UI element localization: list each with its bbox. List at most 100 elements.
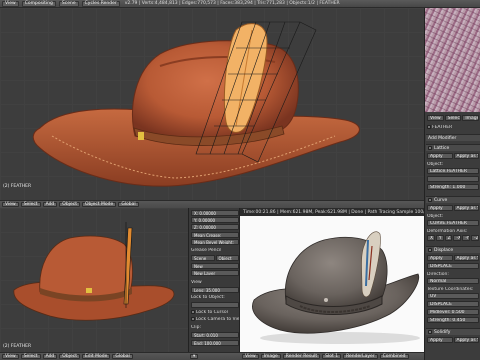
select-menu[interactable]: Select: [20, 202, 41, 207]
modifier-curve-header[interactable]: Curve: [426, 196, 480, 203]
direction-select[interactable]: Normal: [427, 278, 479, 284]
curve-object-field[interactable]: CURVE.FEATHER: [427, 220, 479, 226]
hat-render-main: [32, 21, 360, 187]
gp-new-layer-button[interactable]: New Layer: [191, 270, 239, 276]
clip-start-field[interactable]: Start: 0.010: [191, 332, 239, 338]
tab-select[interactable]: Select: [444, 115, 462, 121]
vertex-group-field[interactable]: [427, 176, 479, 182]
apply-button[interactable]: Apply: [427, 255, 453, 261]
object-menu[interactable]: Object: [59, 354, 80, 359]
lock-cursor-checkbox[interactable]: [191, 310, 195, 314]
secondary-viewport-header: View Select Add Object Edit Mode Global: [0, 352, 188, 360]
lattice-object-field[interactable]: Lattice.FEATHER: [427, 168, 479, 174]
y-field[interactable]: Y: 0.00000: [191, 217, 239, 223]
texture-preview: [425, 8, 480, 112]
mode-select[interactable]: Edit Mode: [81, 354, 111, 359]
mode-select[interactable]: Object Mode: [81, 202, 117, 207]
axis-neg-x-button[interactable]: -X: [453, 235, 462, 241]
main-viewport-header: View Select Add Object Object Mode Globa…: [0, 200, 424, 208]
apply-as-shape-button[interactable]: Apply as Sh: [453, 205, 479, 211]
apply-button[interactable]: Apply: [427, 153, 453, 159]
scene-stats: v2.79 | Verts:4,484,813 | Edges:770,573 …: [124, 1, 340, 6]
axis-neg-z-button[interactable]: -Z: [471, 235, 479, 241]
curve-icon: [428, 198, 432, 202]
slot-select[interactable]: Slot 1: [322, 354, 342, 359]
render-layer-select[interactable]: RenderLayer: [343, 354, 378, 359]
object-name-label: (2) FEATHER: [3, 344, 32, 349]
screen-layout-select[interactable]: Compositing: [21, 0, 56, 7]
object-menu[interactable]: Object: [59, 202, 80, 207]
render-stats: Time:00:21.86 | Mem:621.98M, Peak:621.98…: [240, 208, 424, 216]
x-field[interactable]: X: 0.00000: [191, 210, 239, 216]
modifier-displace-header[interactable]: Displace: [426, 246, 480, 253]
gp-scene-button[interactable]: Scene: [191, 255, 215, 261]
hat-render-secondary: [13, 222, 175, 321]
texture-coordinates-select[interactable]: UV: [427, 293, 479, 299]
add-menu[interactable]: Add: [42, 202, 58, 207]
strength-field[interactable]: Strength: 1.000: [427, 184, 479, 190]
displace-icon: [428, 248, 432, 252]
info-header: View Compositing Scene Cycles Render v2.…: [0, 0, 480, 8]
lattice-icon: [428, 146, 432, 150]
image-editor-header: View Image Render Result Slot 1 RenderLa…: [240, 352, 424, 360]
add-modifier-button[interactable]: Add Modifier: [426, 134, 480, 141]
clip-end-field[interactable]: End: 100.000: [191, 340, 239, 346]
main-3d-viewport[interactable]: (2) FEATHER: [0, 8, 424, 200]
gp-object-button[interactable]: Object: [215, 255, 239, 261]
modifier-solidify-header[interactable]: Solidify: [426, 328, 480, 335]
image-select[interactable]: Render Result: [282, 354, 321, 359]
view-menu[interactable]: View: [242, 354, 259, 359]
texture-field[interactable]: DISPLACE: [427, 263, 479, 269]
z-field[interactable]: Z: 0.00000: [191, 224, 239, 230]
tab-view[interactable]: View: [427, 115, 444, 121]
lock-object-field[interactable]: [191, 302, 239, 308]
render-pass-select[interactable]: Combined: [379, 354, 409, 359]
wrench-icon: [427, 125, 431, 129]
image-menu[interactable]: Image: [260, 354, 281, 359]
deformation-axis-buttons: X Y Z -X -Y -Z: [427, 235, 479, 241]
strength-field[interactable]: Strength: 0.450: [427, 317, 479, 323]
apply-as-shape-button[interactable]: Apply as Sh: [453, 153, 479, 159]
rendered-hat-image: [252, 231, 420, 344]
apply-button[interactable]: Apply: [427, 337, 453, 343]
solidify-icon: [428, 330, 432, 334]
mean-bevel-weight-field[interactable]: Mean Bevel Weight:: [191, 239, 239, 245]
axis-x-button[interactable]: X: [427, 235, 435, 241]
render-result-view[interactable]: Time:00:21.86 | Mem:621.98M, Peak:621.98…: [240, 208, 424, 352]
view-menu[interactable]: View: [2, 0, 19, 7]
midlevel-field[interactable]: Midlevel: 0.500: [427, 309, 479, 315]
select-menu[interactable]: Select: [20, 354, 41, 359]
apply-as-shape-button[interactable]: Apply as Sh: [453, 255, 479, 261]
secondary-3d-viewport[interactable]: (2) FEATHER: [0, 208, 188, 352]
apply-as-shape-button[interactable]: Apply as Sh: [453, 337, 479, 343]
axis-neg-y-button[interactable]: -Y: [462, 235, 471, 241]
n-panel-header: ▾: [188, 352, 240, 360]
hatband-buckle: [138, 132, 144, 140]
hatband-buckle: [86, 288, 92, 293]
mean-crease-field[interactable]: Mean Crease:: [191, 232, 239, 238]
tab-image[interactable]: Image: [462, 115, 480, 121]
apply-button[interactable]: Apply: [427, 205, 453, 211]
uv-map-field[interactable]: DISPLACE: [427, 301, 479, 307]
scene-select[interactable]: Scene: [58, 0, 79, 7]
view-menu[interactable]: View: [2, 354, 19, 359]
editor-type-button[interactable]: ▾: [190, 354, 199, 359]
lens-field[interactable]: Lens: 35.000: [191, 287, 239, 293]
view-section[interactable]: View: [191, 280, 202, 286]
grease-pencil-section[interactable]: Grease Pencil: [191, 248, 221, 254]
view-menu[interactable]: View: [2, 202, 19, 207]
render-engine-select[interactable]: Cycles Render: [81, 0, 120, 7]
axis-y-button[interactable]: Y: [435, 235, 444, 241]
image-editor-tabs: View Select Image: [427, 115, 480, 121]
add-menu[interactable]: Add: [42, 354, 58, 359]
breadcrumb: FEATHER: [427, 124, 479, 130]
modifier-lattice-header[interactable]: Lattice: [426, 144, 480, 151]
axis-z-button[interactable]: Z: [444, 235, 453, 241]
properties-panel: View Select Image FEATHER Add Modifier L…: [424, 8, 480, 360]
transform-orientation-select[interactable]: Global: [112, 354, 133, 359]
lock-camera-checkbox[interactable]: [191, 317, 195, 321]
transform-orientation-select[interactable]: Global: [118, 202, 139, 207]
gp-new-button[interactable]: New: [191, 263, 239, 269]
n-panel: X: 0.00000 Y: 0.00000 Z: 0.00000 Mean Cr…: [188, 208, 240, 352]
object-name-label: (2) FEATHER: [3, 184, 32, 189]
